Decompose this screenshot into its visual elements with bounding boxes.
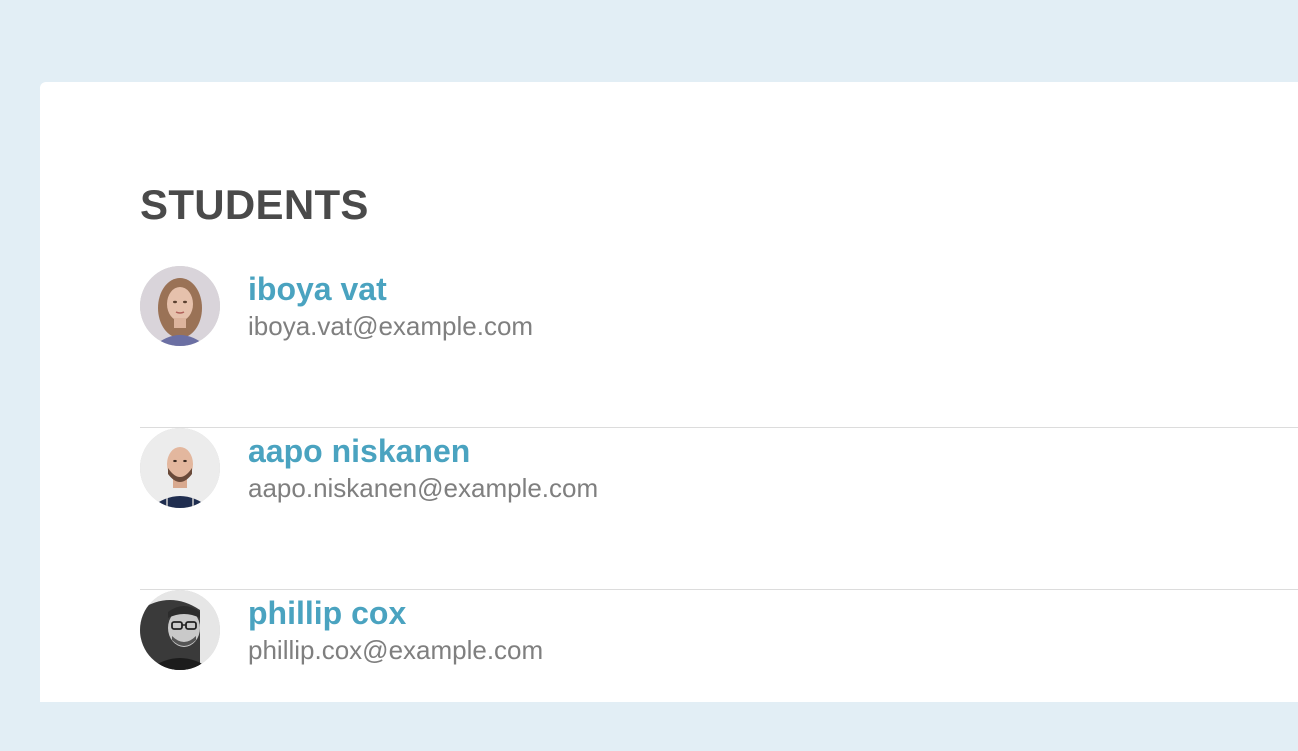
student-name-link[interactable]: aapo niskanen [248, 432, 470, 470]
student-email: aapo.niskanen@example.com [248, 473, 599, 503]
student-email: phillip.cox@example.com [248, 635, 544, 665]
student-avatar [140, 590, 220, 670]
student-avatar [140, 266, 220, 346]
student-name-link[interactable]: phillip cox [248, 594, 406, 632]
avatar-man-photo-icon [140, 428, 220, 508]
avatar-man-glasses-photo-icon [140, 590, 220, 670]
student-list: iboya vat iboya.vat@example.com aapo nis… [140, 266, 1298, 751]
avatar-woman-photo-icon [140, 266, 220, 346]
student-row: aapo niskanen aapo.niskanen@example.com [140, 428, 1298, 590]
student-avatar [140, 428, 220, 508]
student-row: iboya vat iboya.vat@example.com [140, 266, 1298, 428]
student-email: iboya.vat@example.com [248, 311, 534, 341]
student-row: phillip cox phillip.cox@example.com [140, 590, 1298, 751]
student-name-link[interactable]: iboya vat [248, 270, 387, 308]
page-title: STUDENTS [140, 181, 369, 228]
students-card: STUDENTS iboya vat iboya.vat@example.com [40, 82, 1298, 702]
